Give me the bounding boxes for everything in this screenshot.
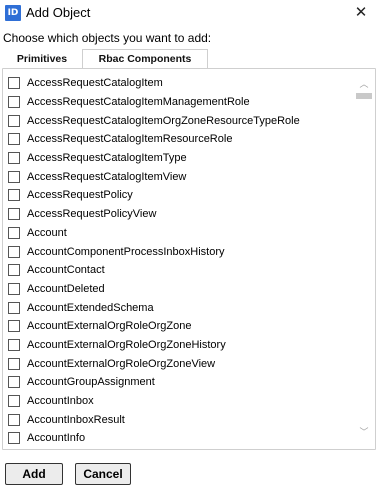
item-checkbox[interactable]: [8, 245, 20, 258]
list-item[interactable]: AccessRequestCatalogItemManagementRole: [3, 93, 353, 112]
item-checkbox[interactable]: [8, 376, 20, 389]
title-bar: ID Add Object ✕: [0, 0, 378, 26]
item-checkbox[interactable]: [8, 133, 20, 146]
item-checkbox[interactable]: [8, 320, 20, 333]
item-checkbox[interactable]: [8, 114, 20, 127]
item-label: AccountExtendedSchema: [27, 301, 154, 314]
item-label: AccountDeleted: [27, 282, 105, 295]
item-label: AccountExternalOrgRoleOrgZone: [27, 320, 192, 333]
scroll-thumb[interactable]: [356, 93, 372, 99]
tab-primitives[interactable]: Primitives: [2, 49, 82, 68]
item-label: AccountInfo: [27, 432, 86, 445]
object-list: AccessRequestCatalogItem AccessRequestCat…: [3, 74, 353, 448]
item-label: AccountComponentProcessInboxHistory: [27, 245, 225, 258]
list-item[interactable]: AccountContact: [3, 261, 353, 280]
item-checkbox[interactable]: [8, 432, 20, 445]
list-item[interactable]: AccountInfo: [3, 429, 353, 448]
item-checkbox[interactable]: [8, 189, 20, 202]
item-checkbox[interactable]: [8, 77, 20, 90]
item-label: AccountContact: [27, 264, 105, 277]
item-checkbox[interactable]: [8, 96, 20, 109]
list-item[interactable]: AccessRequestCatalogItemOrgZoneResourceT…: [3, 111, 353, 130]
window-title: Add Object: [26, 5, 91, 20]
item-label: AccessRequestCatalogItemType: [27, 152, 187, 165]
item-checkbox[interactable]: [8, 264, 20, 277]
item-checkbox[interactable]: [8, 338, 20, 351]
item-checkbox[interactable]: [8, 395, 20, 408]
instruction-text: Choose which objects you want to add:: [3, 31, 212, 45]
tab-rbac-components[interactable]: Rbac Components: [82, 49, 208, 68]
list-item[interactable]: AccountComponentProcessInboxHistory: [3, 242, 353, 261]
item-label: AccessRequestCatalogItemResourceRole: [27, 133, 233, 146]
item-checkbox[interactable]: [8, 357, 20, 370]
item-label: AccountExternalOrgRoleOrgZoneView: [27, 357, 216, 370]
item-checkbox[interactable]: [8, 152, 20, 165]
item-label: AccessRequestCatalogItemManagementRole: [27, 96, 250, 109]
list-item[interactable]: AccessRequestPolicyView: [3, 205, 353, 224]
item-label: AccountExternalOrgRoleOrgZoneHistory: [27, 338, 226, 351]
app-logo-icon: ID: [5, 5, 21, 21]
tab-bar: Primitives Rbac Components: [2, 49, 208, 69]
list-item[interactable]: AccountGroupAssignment: [3, 373, 353, 392]
close-icon[interactable]: ✕: [350, 2, 372, 24]
item-label: AccountInboxResult: [27, 413, 125, 426]
cancel-button[interactable]: Cancel: [75, 463, 131, 485]
list-item[interactable]: AccountExternalOrgRoleOrgZone: [3, 317, 353, 336]
item-checkbox[interactable]: [8, 170, 20, 183]
list-item[interactable]: AccessRequestCatalogItemView: [3, 167, 353, 186]
list-item[interactable]: AccountExternalOrgRoleOrgZoneHistory: [3, 336, 353, 355]
item-label: AccessRequestPolicy: [27, 189, 133, 202]
list-item[interactable]: AccessRequestPolicy: [3, 186, 353, 205]
add-button[interactable]: Add: [5, 463, 63, 485]
list-item[interactable]: AccountInboxResult: [3, 410, 353, 429]
item-checkbox[interactable]: [8, 208, 20, 221]
item-label: AccessRequestCatalogItemOrgZoneResourceT…: [27, 114, 300, 127]
list-item[interactable]: AccountDeleted: [3, 280, 353, 299]
item-label: AccessRequestCatalogItem: [27, 77, 163, 90]
vertical-scrollbar[interactable]: ︿ ﹀: [356, 75, 372, 445]
object-list-panel: AccessRequestCatalogItem AccessRequestCat…: [2, 68, 376, 450]
item-checkbox[interactable]: [8, 301, 20, 314]
item-label: AccountGroupAssignment: [27, 376, 155, 389]
item-checkbox[interactable]: [8, 282, 20, 295]
list-item[interactable]: AccessRequestCatalogItemType: [3, 149, 353, 168]
scroll-up-icon[interactable]: ︿: [356, 79, 372, 91]
scroll-down-icon[interactable]: ﹀: [356, 427, 372, 439]
item-label: AccountInbox: [27, 395, 94, 408]
list-item[interactable]: AccessRequestCatalogItemResourceRole: [3, 130, 353, 149]
item-label: Account: [27, 226, 67, 239]
item-label: AccessRequestPolicyView: [27, 208, 157, 221]
list-item[interactable]: AccountExternalOrgRoleOrgZoneView: [3, 354, 353, 373]
item-label: AccessRequestCatalogItemView: [27, 170, 187, 183]
list-item[interactable]: AccountInbox: [3, 392, 353, 411]
list-item[interactable]: Account: [3, 224, 353, 243]
item-checkbox[interactable]: [8, 226, 20, 239]
list-item[interactable]: AccessRequestCatalogItem: [3, 74, 353, 93]
list-item[interactable]: AccountExtendedSchema: [3, 298, 353, 317]
item-checkbox[interactable]: [8, 413, 20, 426]
